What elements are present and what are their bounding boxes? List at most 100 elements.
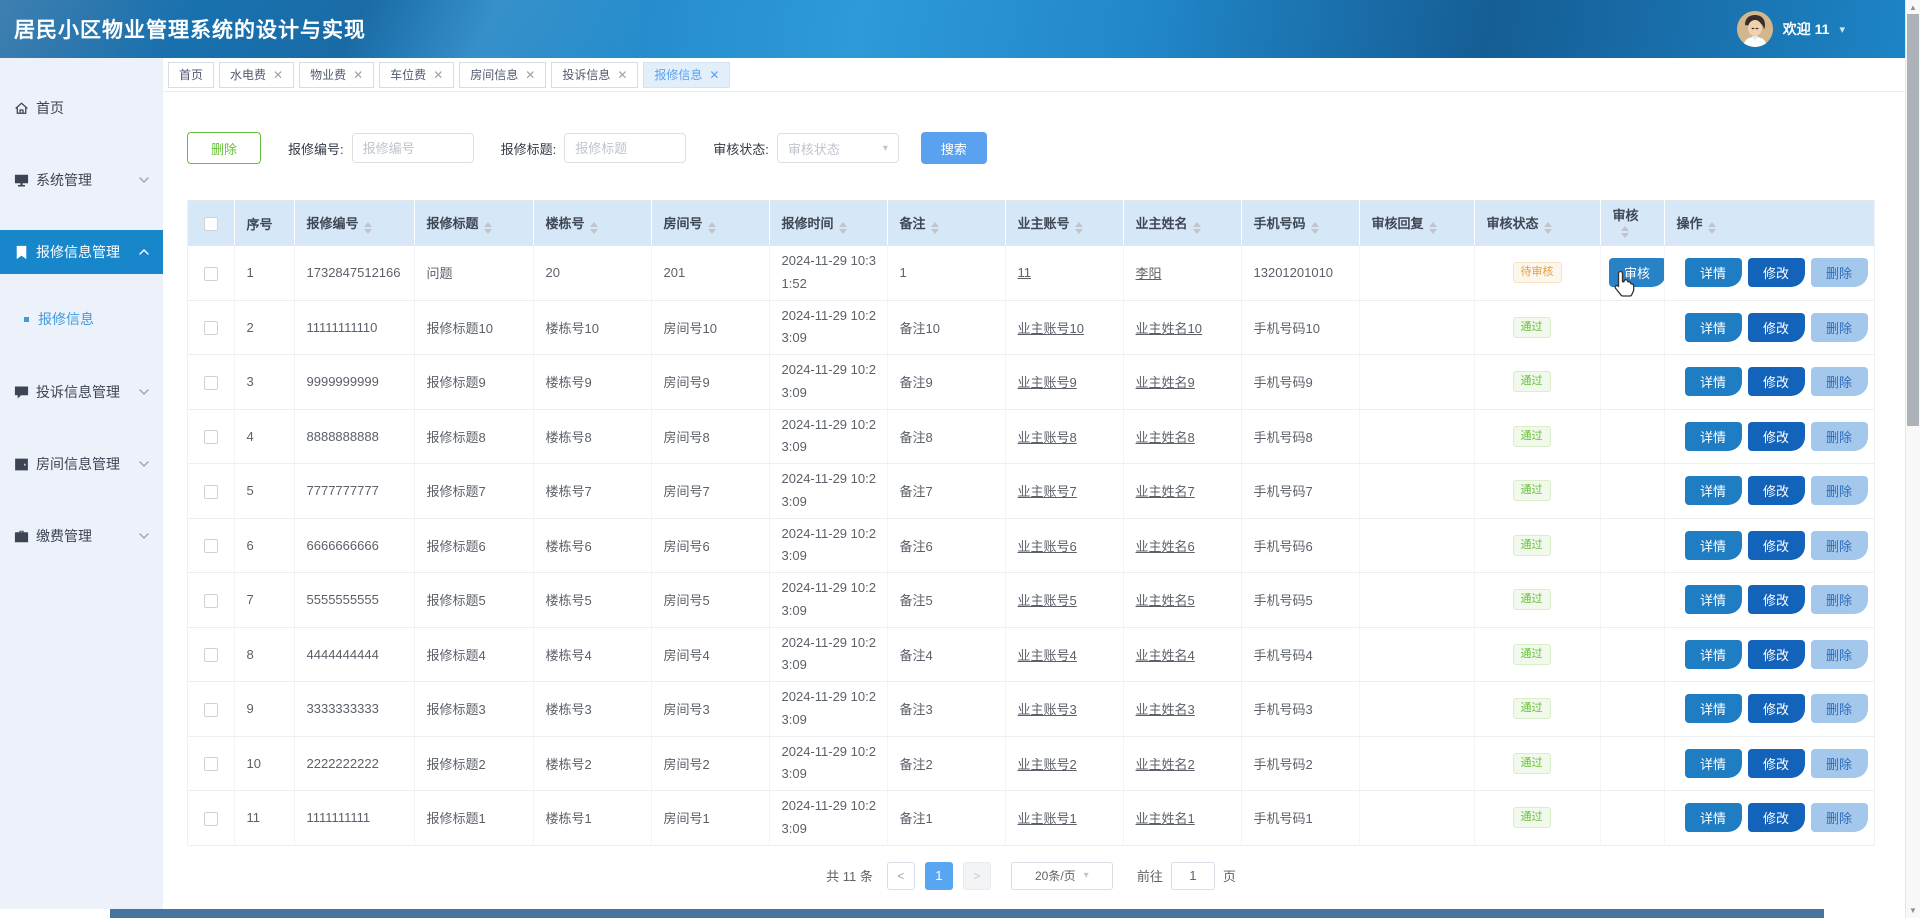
sort-caret-icon[interactable]	[839, 222, 847, 234]
delete-row-button[interactable]: 删除	[1811, 422, 1868, 451]
cell-owner-account[interactable]: 业主账号9	[1005, 355, 1123, 410]
cell-owner-name[interactable]: 业主姓名5	[1123, 573, 1241, 628]
repair-title-input[interactable]	[564, 133, 686, 163]
cell-owner-account[interactable]: 业主账号1	[1005, 791, 1123, 846]
sort-caret-icon[interactable]	[1311, 222, 1319, 234]
column-header-remark[interactable]: 备注	[887, 201, 1005, 246]
sort-caret-icon[interactable]	[484, 222, 492, 234]
edit-button[interactable]: 修改	[1748, 476, 1805, 505]
delete-row-button[interactable]: 删除	[1811, 694, 1868, 723]
column-header-time[interactable]: 报修时间	[769, 201, 887, 246]
sort-caret-icon[interactable]	[1075, 222, 1083, 234]
cell-owner-account[interactable]: 业主账号10	[1005, 300, 1123, 355]
cell-owner-name[interactable]: 业主姓名2	[1123, 736, 1241, 791]
sort-caret-icon[interactable]	[708, 222, 716, 234]
sort-caret-icon[interactable]	[1429, 222, 1437, 234]
next-page-button[interactable]: >	[963, 862, 991, 890]
sidebar-item-2[interactable]: 系统管理	[0, 158, 163, 202]
column-header-reply[interactable]: 审核回复	[1359, 201, 1474, 246]
close-icon[interactable]: ✕	[273, 69, 283, 81]
sidebar-item-4[interactable]: 投诉信息管理	[0, 370, 163, 414]
sort-caret-icon[interactable]	[590, 222, 598, 234]
tab-首页[interactable]: 首页	[168, 62, 214, 88]
search-button[interactable]: 搜索	[921, 132, 987, 164]
tab-房间信息[interactable]: 房间信息✕	[459, 62, 546, 88]
detail-button[interactable]: 详情	[1685, 531, 1742, 560]
tab-水电费[interactable]: 水电费✕	[219, 62, 294, 88]
delete-row-button[interactable]: 删除	[1811, 258, 1868, 287]
cell-owner-name[interactable]: 业主姓名4	[1123, 627, 1241, 682]
sidebar-item-6[interactable]: 缴费管理	[0, 514, 163, 558]
sidebar-item-3[interactable]: 报修信息管理	[0, 230, 163, 274]
column-header-ops[interactable]: 操作	[1664, 201, 1875, 246]
user-area[interactable]: 欢迎 11 ▾	[1737, 11, 1845, 47]
sort-caret-icon[interactable]	[1544, 222, 1552, 234]
delete-button[interactable]: 删除	[187, 132, 261, 164]
close-icon[interactable]: ✕	[709, 69, 719, 81]
sidebar-item-1[interactable]: 首页	[0, 86, 163, 130]
sort-caret-icon[interactable]	[1621, 226, 1629, 238]
delete-row-button[interactable]: 删除	[1811, 476, 1868, 505]
delete-row-button[interactable]: 删除	[1811, 367, 1868, 396]
row-checkbox[interactable]	[204, 321, 218, 335]
repair-no-input[interactable]	[352, 133, 474, 163]
avatar[interactable]	[1737, 11, 1773, 47]
sort-caret-icon[interactable]	[1193, 222, 1201, 234]
edit-button[interactable]: 修改	[1748, 803, 1805, 832]
close-icon[interactable]: ✕	[525, 69, 535, 81]
cell-owner-name[interactable]: 业主姓名10	[1123, 300, 1241, 355]
cell-owner-account[interactable]: 11	[1005, 246, 1123, 301]
sort-caret-icon[interactable]	[931, 222, 939, 234]
close-icon[interactable]: ✕	[617, 69, 627, 81]
row-checkbox[interactable]	[204, 539, 218, 553]
delete-row-button[interactable]: 删除	[1811, 585, 1868, 614]
sort-caret-icon[interactable]	[1708, 222, 1716, 234]
audit-button[interactable]: 审核	[1609, 258, 1665, 287]
page-number-button[interactable]: 1	[925, 862, 953, 890]
row-checkbox[interactable]	[204, 430, 218, 444]
close-icon[interactable]: ✕	[353, 69, 363, 81]
row-checkbox[interactable]	[204, 267, 218, 281]
column-header-phone[interactable]: 手机号码	[1241, 201, 1359, 246]
delete-row-button[interactable]: 删除	[1811, 640, 1868, 669]
detail-button[interactable]: 详情	[1685, 640, 1742, 669]
edit-button[interactable]: 修改	[1748, 749, 1805, 778]
column-header-owner_account[interactable]: 业主账号	[1005, 201, 1123, 246]
detail-button[interactable]: 详情	[1685, 258, 1742, 287]
cell-owner-name[interactable]: 业主姓名1	[1123, 791, 1241, 846]
row-checkbox[interactable]	[204, 703, 218, 717]
column-header-audit[interactable]: 审核	[1600, 201, 1664, 246]
cell-owner-name[interactable]: 业主姓名8	[1123, 409, 1241, 464]
cell-owner-name[interactable]: 业主姓名6	[1123, 518, 1241, 573]
column-header-room[interactable]: 房间号	[651, 201, 769, 246]
cell-owner-name[interactable]: 业主姓名7	[1123, 464, 1241, 519]
detail-button[interactable]: 详情	[1685, 585, 1742, 614]
goto-page-input[interactable]	[1171, 862, 1215, 890]
page-size-select[interactable]: 20条/页 ▾	[1011, 862, 1113, 890]
vertical-scrollbar-thumb[interactable]	[1907, 14, 1919, 426]
tab-物业费[interactable]: 物业费✕	[299, 62, 374, 88]
prev-page-button[interactable]: <	[887, 862, 915, 890]
select-all-checkbox[interactable]	[204, 217, 218, 231]
cell-owner-account[interactable]: 业主账号2	[1005, 736, 1123, 791]
detail-button[interactable]: 详情	[1685, 749, 1742, 778]
horizontal-scrollbar-thumb[interactable]	[110, 909, 1824, 918]
edit-button[interactable]: 修改	[1748, 640, 1805, 669]
horizontal-scrollbar[interactable]	[0, 909, 1905, 918]
sidebar-subitem-报修信息[interactable]: 报修信息	[0, 302, 163, 336]
row-checkbox[interactable]	[204, 376, 218, 390]
row-checkbox[interactable]	[204, 757, 218, 771]
close-icon[interactable]: ✕	[433, 69, 443, 81]
cell-owner-account[interactable]: 业主账号8	[1005, 409, 1123, 464]
column-header-status[interactable]: 审核状态	[1474, 201, 1600, 246]
detail-button[interactable]: 详情	[1685, 313, 1742, 342]
column-header-title[interactable]: 报修标题	[414, 201, 533, 246]
edit-button[interactable]: 修改	[1748, 422, 1805, 451]
delete-row-button[interactable]: 删除	[1811, 803, 1868, 832]
cell-owner-name[interactable]: 业主姓名3	[1123, 682, 1241, 737]
sidebar-item-5[interactable]: 房间信息管理	[0, 442, 163, 486]
edit-button[interactable]: 修改	[1748, 313, 1805, 342]
tab-车位费[interactable]: 车位费✕	[379, 62, 454, 88]
delete-row-button[interactable]: 删除	[1811, 531, 1868, 560]
detail-button[interactable]: 详情	[1685, 476, 1742, 505]
